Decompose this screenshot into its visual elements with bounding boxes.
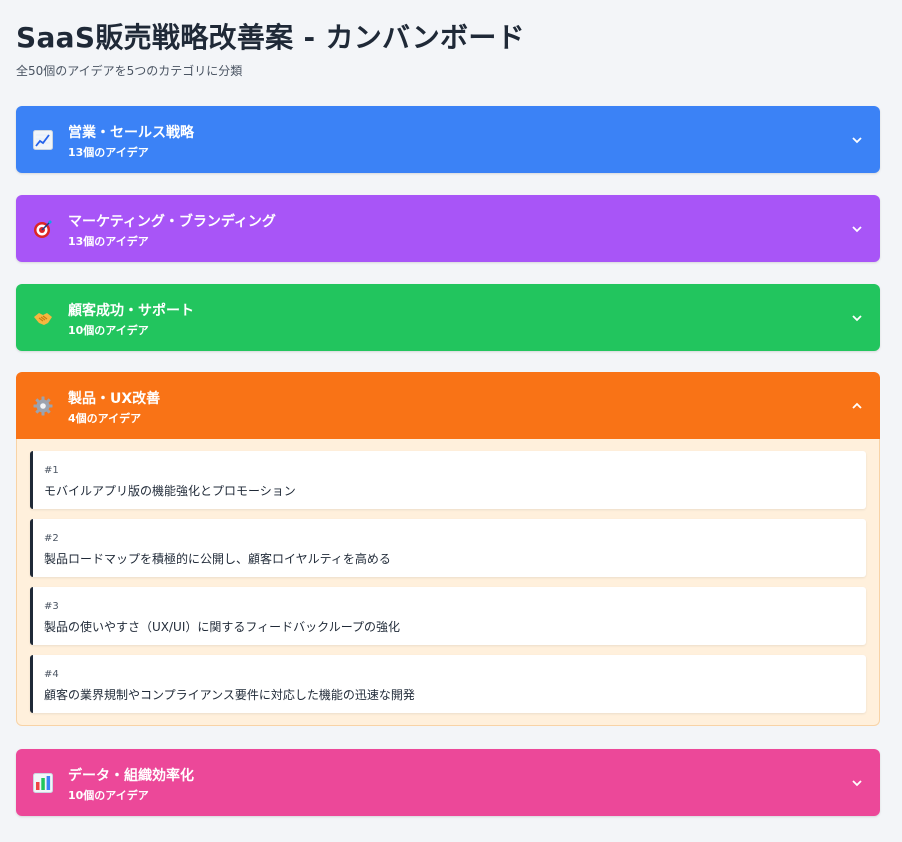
page-subtitle: 全50個のアイデアを5つのカテゴリに分類 — [16, 64, 243, 78]
gear-icon — [33, 396, 53, 416]
category-count: 13個のアイデア — [68, 146, 149, 159]
category-header-customer-success[interactable]: 顧客成功・サポート 10個のアイデア — [16, 284, 880, 351]
chevron-down-icon[interactable] — [850, 776, 864, 790]
idea-text: 製品ロードマップを積極的に公開し、顧客ロイヤルティを高める — [44, 552, 391, 566]
category-marketing: マーケティング・ブランディング 13個のアイデア — [16, 195, 880, 262]
category-name: 営業・セールス戦略 — [68, 125, 194, 141]
handshake-icon — [34, 313, 52, 325]
category-data-organization: データ・組織効率化 10個のアイデア — [16, 749, 880, 816]
idea-text: モバイルアプリ版の機能強化とプロモーション — [44, 484, 296, 498]
idea-card[interactable]: #4 顧客の業界規制やコンプライアンス要件に対応した機能の迅速な開発 — [30, 655, 866, 713]
idea-card[interactable]: #2 製品ロードマップを積極的に公開し、顧客ロイヤルティを高める — [30, 519, 866, 577]
category-header-product-ux[interactable]: 製品・UX改善 4個のアイデア — [16, 372, 880, 439]
idea-number: #3 — [44, 601, 59, 612]
category-product-ux: 製品・UX改善 4個のアイデア #1 モバイルアプリ版の機能強化とプロモーション… — [16, 372, 880, 726]
idea-card[interactable]: #1 モバイルアプリ版の機能強化とプロモーション — [30, 451, 866, 509]
idea-number: #2 — [44, 533, 59, 544]
category-count: 4個のアイデア — [68, 412, 142, 425]
category-header-sales[interactable]: 営業・セールス戦略 13個のアイデア — [16, 106, 880, 173]
category-count: 10個のアイデア — [68, 789, 149, 802]
category-name: マーケティング・ブランディング — [68, 214, 276, 230]
chart-increasing-icon — [33, 130, 53, 150]
chevron-up-icon[interactable] — [850, 399, 864, 413]
idea-number: #4 — [44, 669, 59, 680]
idea-card[interactable]: #3 製品の使いやすさ（UX/UI）に関するフィードバックループの強化 — [30, 587, 866, 645]
chevron-down-icon[interactable] — [850, 133, 864, 147]
kanban-page: SaaS販売戦略改善案 - カンバンボード 全50個のアイデアを5つのカテゴリに… — [0, 0, 902, 842]
category-header-data-organization[interactable]: データ・組織効率化 10個のアイデア — [16, 749, 880, 816]
chevron-down-icon[interactable] — [850, 311, 864, 325]
category-header-marketing[interactable]: マーケティング・ブランディング 13個のアイデア — [16, 195, 880, 262]
category-count: 10個のアイデア — [68, 324, 149, 337]
idea-text: 製品の使いやすさ（UX/UI）に関するフィードバックループの強化 — [44, 620, 401, 634]
category-name: 製品・UX改善 — [68, 391, 161, 407]
idea-list: #1 モバイルアプリ版の機能強化とプロモーション #2 製品ロードマップを積極的… — [16, 439, 880, 726]
category-name: 顧客成功・サポート — [68, 303, 194, 319]
chevron-down-icon[interactable] — [850, 222, 864, 236]
category-sales: 営業・セールス戦略 13個のアイデア — [16, 106, 880, 173]
category-customer-success: 顧客成功・サポート 10個のアイデア — [16, 284, 880, 351]
category-count: 13個のアイデア — [68, 235, 149, 248]
idea-text: 顧客の業界規制やコンプライアンス要件に対応した機能の迅速な開発 — [44, 688, 415, 702]
page-title: SaaS販売戦略改善案 - カンバンボード — [16, 21, 525, 54]
category-name: データ・組織効率化 — [68, 768, 194, 784]
idea-number: #1 — [44, 465, 59, 476]
bar-chart-icon — [33, 773, 53, 793]
target-icon — [34, 220, 52, 238]
